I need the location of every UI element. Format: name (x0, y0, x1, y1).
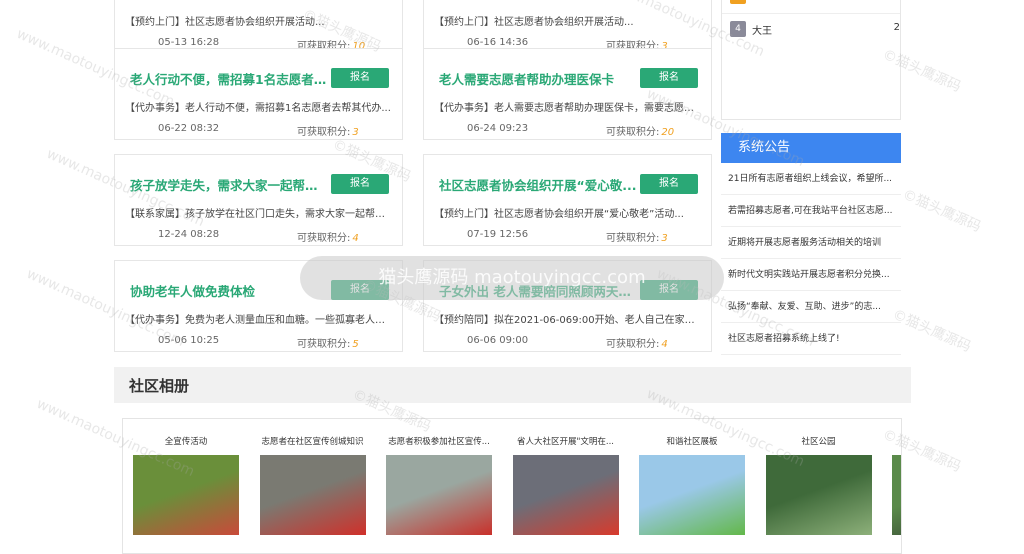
watermark-text: ©猫头鹰源码 (899, 186, 984, 236)
activity-description: 【代办事务】老人行动不便，需招募1名志愿者去帮其代办... (125, 103, 391, 114)
points-label: 可获取积分: (297, 233, 351, 244)
activity-title[interactable]: 协助老年人做免费体检 (130, 281, 330, 300)
activity-card[interactable]: 协助老年人做免费体检 报名【代办事务】免费为老人测量血压和血糖。一些孤寡老人在..… (114, 260, 403, 352)
photo-caption: 社区公园 (890, 435, 901, 447)
ranking-divider (722, 13, 900, 14)
photo-caption: 社区公园 (801, 437, 836, 447)
points-label: 可获取积分: (606, 233, 660, 244)
ranking-panel: 4 大王 2 (721, 0, 901, 120)
activity-date: 07-19 12:56 (467, 229, 529, 240)
photo-caption: 和谐社区展板 (666, 437, 718, 447)
activity-card[interactable]: 子女外出 老人需要陪同照顾两天左右 报名【预约陪同】拟在2021-06-069:0… (423, 260, 712, 352)
notice-header: 系统公告 (721, 133, 901, 163)
points-value: 3 (352, 127, 359, 138)
album-photo[interactable]: 省人大社区开展"文明在... (511, 419, 621, 553)
album-photo[interactable]: 社区公园 (764, 419, 874, 553)
photo-image[interactable] (133, 455, 239, 535)
activity-description: 【预约上门】社区志愿者协会组织开展活动... (125, 17, 325, 28)
photo-caption: 省人大社区开展"文明在... (516, 437, 615, 447)
activity-date: 06-24 09:23 (467, 123, 529, 134)
rank-name: 大王 (752, 26, 772, 37)
rank-number: 4 (730, 21, 746, 37)
notice-item[interactable]: 弘扬“奉献、友爱、互助、进步”的志... (721, 291, 901, 323)
activity-card[interactable]: 【预约上门】社区志愿者协会组织开展活动... 05-13 16:28 可获取积分: 1… (114, 0, 403, 54)
activity-title[interactable]: 孩子放学走失，需求大家一起帮助... (130, 175, 330, 194)
signup-button[interactable]: 报名 (640, 174, 698, 194)
activity-description: 【预约上门】社区志愿者协会组织开展活动... (434, 17, 634, 28)
activity-points: 可获取积分: 4 (297, 229, 359, 244)
notice-item[interactable]: 社区志愿者招募系统上线了! (721, 323, 901, 355)
points-label: 可获取积分: (606, 127, 660, 138)
signup-button[interactable]: 报名 (640, 280, 698, 300)
photo-image[interactable] (259, 455, 366, 535)
activity-card[interactable]: 老人需要志愿者帮助办理医保卡 报名【代办事务】老人需要志愿者帮助办理医保卡，需要志… (423, 48, 712, 140)
activity-date: 06-06 09:00 (467, 335, 529, 346)
activity-title[interactable]: 老人行动不便，需招募1名志愿者去... (130, 69, 330, 88)
album-title: 社区相册 (129, 377, 190, 395)
activity-points: 可获取积分: 3 (606, 229, 668, 244)
signup-button[interactable]: 报名 (640, 68, 698, 88)
notice-item[interactable]: 近期将开展志愿者服务活动相关的培训 (721, 227, 901, 259)
activity-points: 可获取积分: 5 (297, 335, 359, 350)
activity-description: 【代办事务】老人需要志愿者帮助办理医保卡，需要志愿者... (434, 103, 702, 114)
activity-date: 05-06 10:25 (158, 335, 220, 346)
photo-caption: 志愿者在社区宣传创城知识 (261, 437, 364, 447)
signup-button[interactable]: 报名 (331, 174, 389, 194)
activity-title[interactable]: 老人需要志愿者帮助办理医保卡 (439, 69, 639, 88)
activity-points: 可获取积分: 4 (606, 335, 668, 350)
points-value: 3 (661, 233, 668, 244)
points-label: 可获取积分: (297, 127, 351, 138)
activity-card[interactable]: 孩子放学走失，需求大家一起帮助... 报名【联系家属】孩子放学在社区门口走失，需求… (114, 154, 403, 246)
activity-points: 可获取积分: 3 (297, 123, 359, 138)
photo-image[interactable] (892, 455, 901, 535)
ranking-row: 4 大王 2 (730, 18, 900, 40)
photo-image[interactable] (639, 455, 745, 535)
activity-description: 【预约上门】社区志愿者协会组织开展“爱心敬老”活动... (434, 209, 684, 220)
notice-item[interactable]: 新时代文明实践站开展志愿者积分兑换... (721, 259, 901, 291)
points-value: 20 (661, 127, 675, 138)
watermark-text: ©猫头鹰源码 (889, 306, 974, 356)
points-value: 5 (352, 339, 359, 350)
activity-date: 06-16 14:36 (467, 37, 529, 48)
album-photo[interactable]: 志愿者积极参加社区宣传... (384, 419, 494, 553)
activity-card[interactable]: 【预约上门】社区志愿者协会组织开展活动... 06-16 14:36 可获取积分: 3 (423, 0, 712, 54)
notice-list: 21日所有志愿者组织上线会议，希望所... 若需招募志愿者,可在我站平台社区志愿… (721, 163, 901, 355)
photo-caption: 全宣传活动 (164, 437, 208, 447)
activity-card[interactable]: 社区志愿者协会组织开展“爱心敬... 报名【预约上门】社区志愿者协会组织开展“爱心… (423, 154, 712, 246)
photo-image[interactable] (512, 455, 619, 535)
activity-points: 可获取积分: 20 (606, 123, 674, 138)
rank-score: 2 (893, 22, 900, 33)
activity-date: 05-13 16:28 (158, 37, 220, 48)
album-photo[interactable]: 志愿者在社区宣传创城知识 (258, 419, 368, 553)
photo-caption: 志愿者积极参加社区宣传... (388, 437, 490, 447)
points-label: 可获取积分: (606, 339, 660, 350)
album-section-header: 社区相册 (114, 367, 911, 403)
activity-description: 【代办事务】免费为老人测量血压和血糖。一些孤寡老人在... (125, 315, 393, 326)
album-carousel: 全宣传活动 志愿者在社区宣传创城知识 志愿者积极参加社区宣传... 省人大社区开展"文… (122, 418, 902, 554)
notice-item[interactable]: 21日所有志愿者组织上线会议，希望所... (721, 163, 901, 195)
album-photo[interactable]: 全宣传活动 (131, 419, 241, 553)
photo-image[interactable] (386, 455, 492, 535)
activity-date: 06-22 08:32 (158, 123, 220, 134)
activity-title[interactable]: 子女外出 老人需要陪同照顾两天左右 (439, 281, 639, 300)
points-value: 4 (661, 339, 668, 350)
photo-image[interactable] (765, 455, 872, 535)
activity-date: 12-24 08:28 (158, 229, 220, 240)
activity-description: 【预约陪同】拟在2021-06-069:00开始、老人自己在家没... (434, 315, 702, 326)
activity-card[interactable]: 老人行动不便，需招募1名志愿者去... 报名【代办事务】老人行动不便，需招募1名志… (114, 48, 403, 140)
points-label: 可获取积分: (297, 339, 351, 350)
activity-description: 【联系家属】孩子放学在社区门口走失，需求大家一起帮助... (125, 209, 393, 220)
notice-item[interactable]: 若需招募志愿者,可在我站平台社区志愿... (721, 195, 901, 227)
activity-title[interactable]: 社区志愿者协会组织开展“爱心敬... (439, 175, 639, 194)
signup-button[interactable]: 报名 (331, 280, 389, 300)
album-photo[interactable]: 和谐社区展板 (637, 419, 747, 553)
rank-badge-top (730, 0, 746, 4)
signup-button[interactable]: 报名 (331, 68, 389, 88)
points-value: 4 (352, 233, 359, 244)
album-photo[interactable]: 社区公园 (890, 419, 901, 553)
